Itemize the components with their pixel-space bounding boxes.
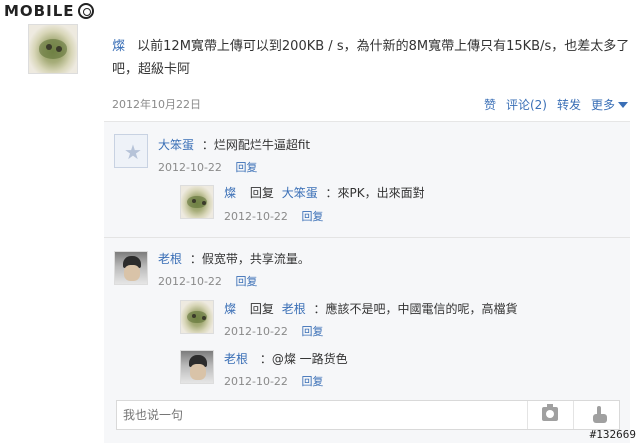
post-author-name[interactable]: 燦 [112, 39, 125, 54]
comment-text: ：烂网配烂牛逼超fit [201, 138, 311, 152]
star-icon: ★ [124, 140, 142, 164]
comment-avatar[interactable]: ★ [114, 134, 148, 168]
more-label: 更多 [590, 98, 615, 112]
comment-line: 老根 ：@燦 一路货色 [224, 350, 348, 367]
watermark: #132669 [589, 428, 636, 441]
repost-button[interactable]: 转发 [557, 96, 581, 113]
comment-section: ★ 大笨蛋 ：烂网配烂牛逼超fit 2012-10-22 回复 燦 回复 大笨蛋… [104, 121, 630, 443]
reply-input[interactable] [117, 401, 527, 429]
comment-avatar[interactable] [180, 350, 214, 384]
top-bar: MOBILE [0, 0, 640, 24]
more-button[interactable]: 更多 [591, 96, 628, 113]
reply-separator [527, 401, 528, 429]
comment-line: 燦 回复 老根 ：應該不是吧，中國電信的呢，高檔貨 [224, 300, 518, 317]
comment-date: 2012-10-22 [224, 210, 288, 223]
comment-reply-link[interactable]: 回复 [301, 210, 323, 223]
comment-author[interactable]: 大笨蛋 [158, 138, 194, 152]
feed-item: 燦 以前12M寬帶上傳可以到200KB / s，為什新的8M寬帶上傳只有15KB… [20, 24, 640, 443]
comment-reply-link[interactable]: 回复 [301, 375, 323, 388]
pointing-hand-icon[interactable] [591, 406, 609, 424]
caret-down-icon [618, 102, 628, 108]
comment-date: 2012-10-22 [158, 275, 222, 288]
comment-author[interactable]: 老根 [158, 252, 182, 266]
comment-avatar[interactable] [180, 185, 214, 219]
comment-date: 2012-10-22 [158, 161, 222, 174]
comment-reply-word: 回复 [249, 186, 274, 200]
comment-avatar[interactable] [114, 251, 148, 285]
comment-text: ：假宽带，共享流量。 [189, 252, 310, 266]
logo-mark-icon [77, 3, 94, 19]
like-button[interactable]: 赞 [484, 96, 496, 113]
post-author-avatar[interactable] [28, 24, 78, 74]
comment-line: 老根 ：假宽带，共享流量。 [158, 250, 310, 267]
comment-text: ：@燦 一路货色 [259, 352, 348, 366]
comment-meta: 2012-10-22 回复 [158, 273, 257, 289]
comment-author[interactable]: 老根 [224, 352, 248, 366]
comment-reply-link[interactable]: 回复 [235, 161, 257, 174]
post-text: 以前12M寬帶上傳可以到200KB / s，為什新的8M寬帶上傳只有15KB/s… [112, 39, 630, 77]
site-logo-text: MOBILE [4, 2, 75, 20]
comment-avatar[interactable] [180, 300, 214, 334]
comment-meta: 2012-10-22 回复 [158, 159, 257, 175]
comment-reply-link[interactable]: 回复 [235, 275, 257, 288]
comment-reply-to[interactable]: 大笨蛋 [282, 186, 318, 200]
comment-text: ：來PK，出來面對 [325, 186, 425, 200]
comment-button[interactable]: 评论(2) [506, 96, 547, 113]
comment-date: 2012-10-22 [224, 325, 288, 338]
comment-author[interactable]: 燦 [224, 186, 236, 200]
comment-line: 大笨蛋 ：烂网配烂牛逼超fit [158, 136, 310, 153]
camera-icon[interactable] [542, 404, 558, 421]
comment-reply-word: 回复 [249, 302, 274, 316]
comment-reply-link[interactable]: 回复 [301, 325, 323, 338]
post-body: 燦 以前12M寬帶上傳可以到200KB / s，為什新的8M寬帶上傳只有15KB… [112, 35, 630, 81]
reply-separator [573, 401, 574, 429]
comment-meta: 2012-10-22 回复 [224, 373, 323, 389]
post-date[interactable]: 2012年10月22日 [112, 96, 201, 112]
reply-box [116, 400, 620, 430]
comment-date: 2012-10-22 [224, 375, 288, 388]
comment-text: ：應該不是吧，中國電信的呢，高檔貨 [313, 302, 518, 316]
comment-meta: 2012-10-22 回复 [224, 323, 323, 339]
comment-author[interactable]: 燦 [224, 302, 236, 316]
site-logo: MOBILE [4, 2, 94, 20]
comment-line: 燦 回复 大笨蛋 ：來PK，出來面對 [224, 184, 425, 201]
comment-meta: 2012-10-22 回复 [224, 208, 323, 224]
post-actions: 赞 评论(2) 转发 更多 [484, 96, 628, 113]
comment-divider [104, 237, 630, 238]
comment-reply-to[interactable]: 老根 [282, 302, 306, 316]
